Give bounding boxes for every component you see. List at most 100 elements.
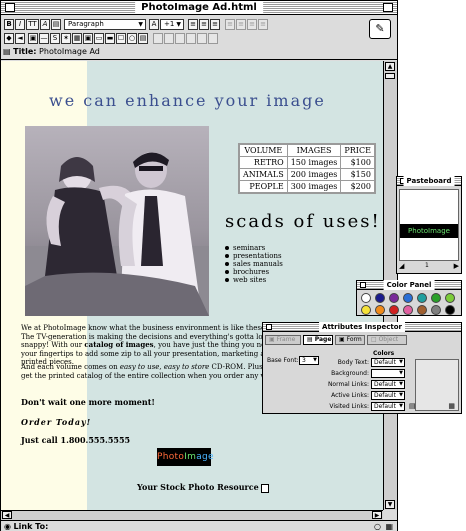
insert-table-icon[interactable]: ▦ <box>72 33 82 44</box>
indent-icon[interactable]: ≡ <box>247 19 257 30</box>
link-icon: ◉ <box>4 522 11 531</box>
inspector-title: Attributes Inspector <box>319 322 405 332</box>
list-item: sales manuals <box>225 260 283 268</box>
color-swatch[interactable] <box>403 293 413 303</box>
cta-order-today: Order Today! <box>21 417 92 427</box>
scroll-thumb[interactable] <box>385 73 395 79</box>
horizontal-rule-icon[interactable]: — <box>39 33 49 44</box>
color-swatch[interactable] <box>417 293 427 303</box>
document-canvas[interactable]: we can enhance your image VOLUME IMAGES … <box>1 61 383 510</box>
scroll-up-icon[interactable]: ▲ <box>385 62 395 71</box>
close-box-icon[interactable] <box>5 3 15 12</box>
tab-page[interactable]: ▤ Page <box>303 335 333 345</box>
body-text-label: Body Text: <box>337 359 369 366</box>
color-swatch[interactable] <box>389 305 399 315</box>
scroll-right-icon[interactable]: ▶ <box>372 511 382 519</box>
color-swatch[interactable] <box>375 293 385 303</box>
align-center-icon[interactable]: ≡ <box>199 19 209 30</box>
color-swatch[interactable] <box>431 305 441 315</box>
next-page-icon[interactable]: ▶ <box>454 262 459 270</box>
list-number-icon[interactable]: ≡ <box>236 19 246 30</box>
insert-radio-icon[interactable]: ○ <box>127 33 137 44</box>
color-swatch[interactable] <box>389 293 399 303</box>
insert-script-icon[interactable]: S <box>50 33 60 44</box>
inspector-toggle-icon[interactable]: ✎ <box>369 19 391 39</box>
background-select[interactable] <box>371 369 405 378</box>
link-marker-icon[interactable] <box>260 483 269 493</box>
base-font-select[interactable]: 3 <box>299 356 319 365</box>
pasteboard-well[interactable]: PhotoImage <box>399 189 459 261</box>
close-box-icon[interactable] <box>266 324 272 330</box>
horizontal-scrollbar[interactable]: ◀ ▶ <box>1 510 383 520</box>
table-cell-icon[interactable] <box>208 33 218 44</box>
pasteboard-titlebar[interactable]: Pasteboard <box>397 176 461 186</box>
table-delete-icon[interactable] <box>197 33 207 44</box>
font-style-button[interactable]: A <box>40 19 50 30</box>
inspector-titlebar[interactable]: Attributes Inspector <box>263 322 461 332</box>
scroll-down-icon[interactable]: ▼ <box>385 500 395 509</box>
table-split-icon[interactable] <box>186 33 196 44</box>
teletype-button[interactable]: TT <box>26 19 39 30</box>
font-size-select[interactable]: +1 <box>160 19 184 30</box>
color-swatch[interactable] <box>361 293 371 303</box>
paragraph-format-select[interactable]: Paragraph <box>64 19 146 30</box>
color-swatch[interactable] <box>445 305 455 315</box>
page-doc-icon[interactable]: ▤ <box>409 402 416 410</box>
bold-button[interactable]: B <box>4 19 14 30</box>
table-cell: 200 images <box>286 168 342 181</box>
insert-image-icon[interactable]: ▣ <box>28 33 38 44</box>
insert-list-icon[interactable]: ▤ <box>138 33 148 44</box>
insert-link-icon[interactable]: ◄ <box>15 33 25 44</box>
insert-form-icon[interactable]: ▣ <box>83 33 93 44</box>
page-corner-icon[interactable]: ◢ <box>399 262 404 270</box>
outdent-icon[interactable]: ≡ <box>258 19 268 30</box>
font-size-decrease-button[interactable]: A <box>149 19 159 30</box>
visited-links-select[interactable]: Default <box>371 402 405 411</box>
tab-frame[interactable]: ▣ Frame <box>265 335 301 345</box>
normal-links-label: Normal Links: <box>327 381 369 388</box>
align-right-icon[interactable]: ≡ <box>210 19 220 30</box>
table-row: RETRO 150 images $100 <box>238 156 376 169</box>
list-item: presentations <box>225 252 283 260</box>
browse-link-icon[interactable]: ○ <box>374 521 381 531</box>
align-left-icon[interactable]: ≡ <box>188 19 198 30</box>
insert-button-icon[interactable]: ▬ <box>105 33 115 44</box>
close-box-icon[interactable] <box>360 282 366 288</box>
color-swatch[interactable] <box>445 293 455 303</box>
zoom-box-icon[interactable] <box>383 3 393 12</box>
active-links-select[interactable]: Default <box>371 391 405 400</box>
pricing-table: VOLUME IMAGES PRICE RETRO 150 images $10… <box>238 143 376 194</box>
insert-checkbox-icon[interactable]: ☐ <box>116 33 126 44</box>
insert-field-icon[interactable]: ▭ <box>94 33 104 44</box>
uses-list: seminars presentations sales manuals bro… <box>225 244 283 284</box>
cta-phone: Just call 1.800.555.5555 <box>21 435 131 445</box>
color-panel-titlebar[interactable]: Color Panel <box>357 280 461 290</box>
list-bullet-icon[interactable]: ≡ <box>225 19 235 30</box>
normal-links-select[interactable]: Default <box>371 380 405 389</box>
tab-object[interactable]: □ Object <box>367 335 407 345</box>
list-icon[interactable]: ▤ <box>51 19 61 30</box>
trash-icon[interactable]: ▦ <box>448 402 455 410</box>
table-row-icon[interactable] <box>153 33 163 44</box>
color-swatch[interactable] <box>375 305 385 315</box>
table-col-icon[interactable] <box>164 33 174 44</box>
table-cell: $150 <box>340 168 376 181</box>
color-swatch[interactable] <box>417 305 427 315</box>
grow-box-icon[interactable]: ▦ <box>385 521 393 531</box>
base-font-label: Base Font: <box>267 357 299 364</box>
tab-form[interactable]: ▣ Form <box>335 335 365 345</box>
photoimage-logo[interactable]: PhotoImage <box>157 448 214 466</box>
color-swatch[interactable] <box>361 305 371 315</box>
couple-photo[interactable] <box>25 126 209 316</box>
list-item: seminars <box>225 244 283 252</box>
italic-button[interactable]: I <box>15 19 25 30</box>
page-title-field[interactable]: PhotoImage Ad <box>39 47 100 56</box>
insert-plugin-icon[interactable]: ✶ <box>61 33 71 44</box>
scroll-left-icon[interactable]: ◀ <box>2 511 12 519</box>
table-merge-icon[interactable] <box>175 33 185 44</box>
color-swatch[interactable] <box>431 293 441 303</box>
insert-anchor-icon[interactable]: ◆ <box>4 33 14 44</box>
color-swatch[interactable] <box>403 305 413 315</box>
body-text-select[interactable]: Default <box>371 358 405 367</box>
window-titlebar[interactable]: PhotoImage Ad.html <box>1 1 397 15</box>
